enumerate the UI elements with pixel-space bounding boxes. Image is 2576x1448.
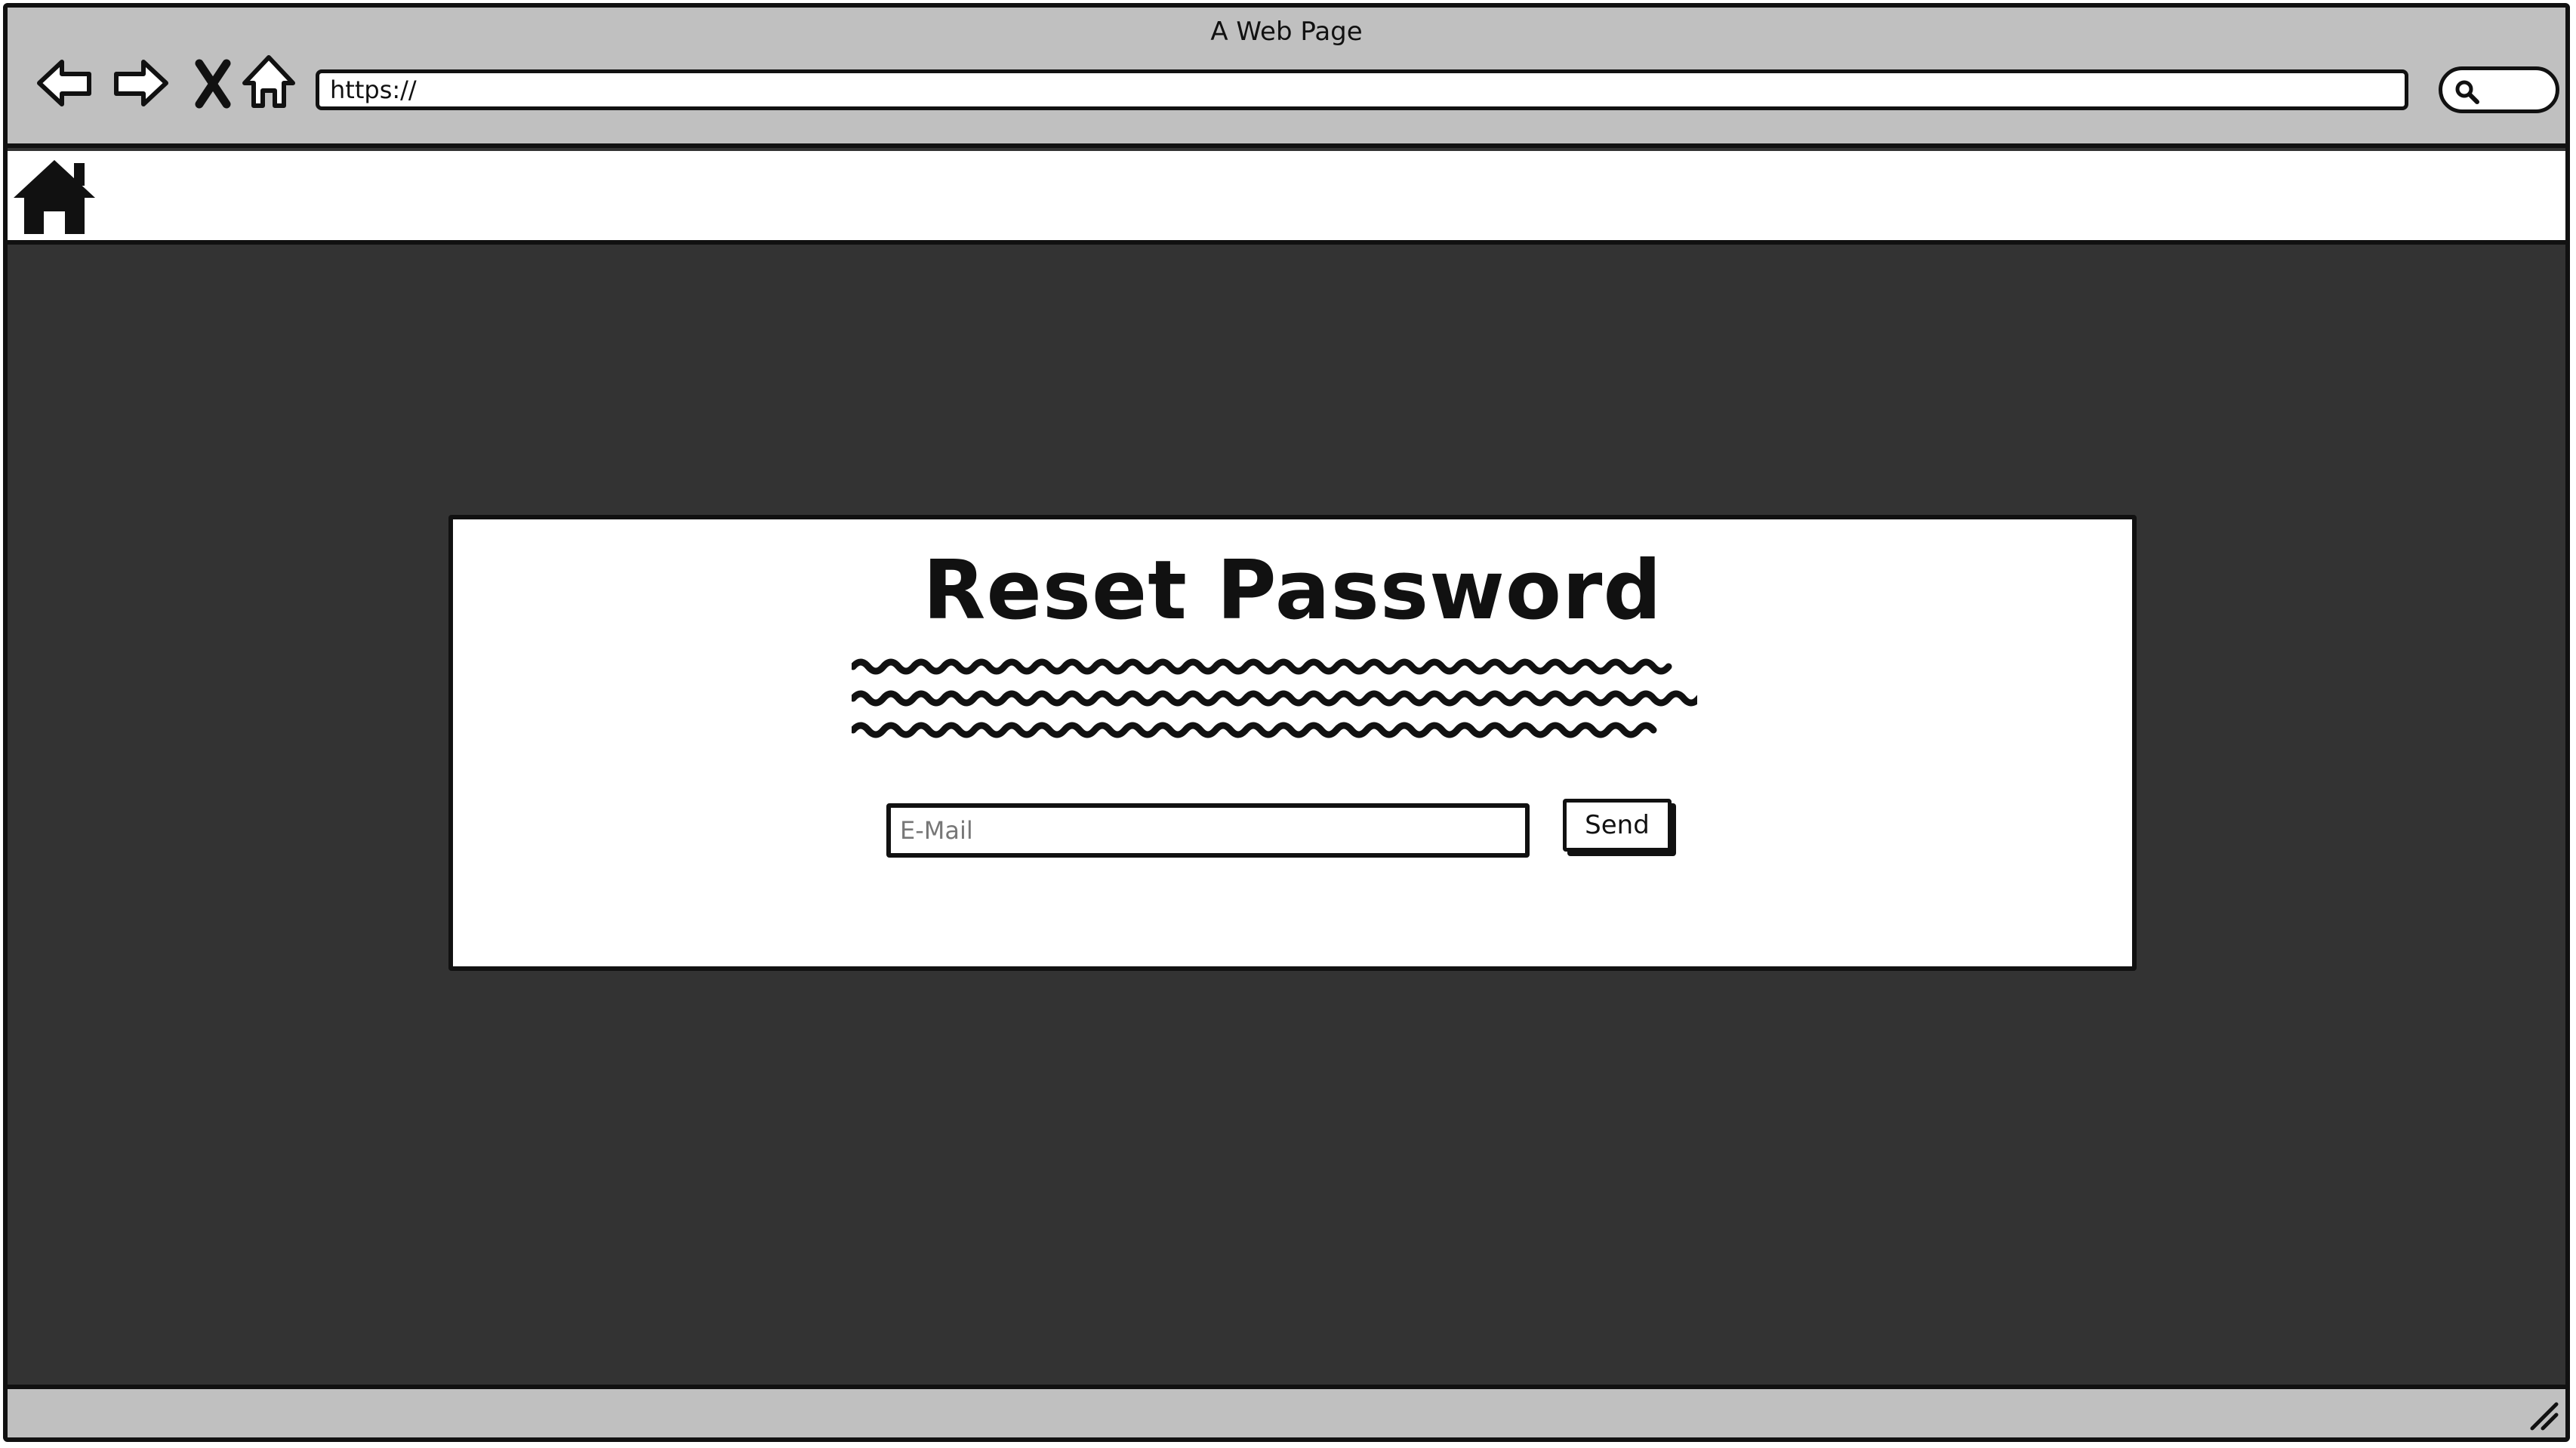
page-title: Reset Password [923,544,1662,638]
home-filled-icon[interactable] [11,156,98,237]
home-outline-icon[interactable] [237,51,300,115]
back-arrow-icon[interactable] [33,51,97,115]
description-text-placeholder [852,658,1697,753]
search-box[interactable] [2439,66,2559,113]
window-title: A Web Page [1210,17,1363,47]
browser-window: A Web Page https:// Reset Password E-Mai… [3,3,2570,1442]
send-button[interactable]: Send [1563,799,1672,852]
browser-toolbar: A Web Page https:// [8,8,2565,148]
site-header [8,151,2565,245]
reset-password-card: Reset Password Send [448,515,2137,971]
forward-arrow-icon[interactable] [109,51,172,115]
url-bar[interactable]: https:// [316,69,2408,110]
search-icon [2455,80,2479,104]
stop-icon[interactable] [181,51,245,115]
email-field[interactable] [886,803,1530,858]
resize-grip-icon[interactable] [2526,1398,2559,1431]
status-bar [8,1385,2565,1437]
